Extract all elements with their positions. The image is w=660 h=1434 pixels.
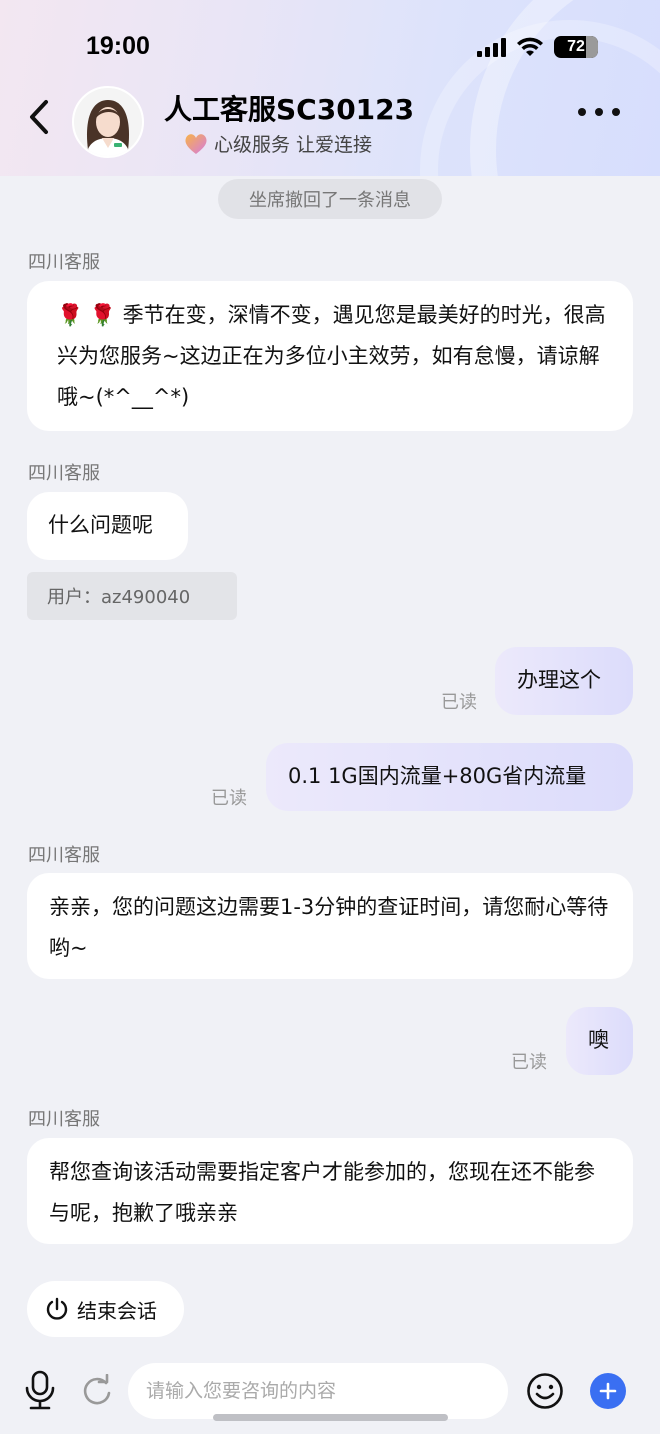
more-dots-icon[interactable] [578,108,620,116]
outgoing-message: 办理这个 [495,647,633,715]
slogan-text: 心级服务 让爱连接 [214,134,373,156]
sender-name: 四川客服 [28,463,100,484]
sender-name: 四川客服 [28,252,100,273]
end-session-label: 结束会话 [77,1298,157,1323]
message-text: 办理这个 [517,668,601,692]
home-indicator [213,1414,448,1421]
recall-notice: 坐席撤回了一条消息 [218,179,442,219]
chevron-left-icon[interactable] [24,96,54,138]
read-status: 已读 [211,788,247,809]
agent-slogan: 心级服务 让爱连接 [184,130,372,157]
cellular-signal-icon [477,37,506,57]
plus-icon[interactable] [590,1373,626,1409]
chat-header: 19:00 72 人工客服SC30123 心级服务 让爱连接 [0,0,660,176]
status-icons: 72 [477,36,598,58]
outgoing-message: 噢 [566,1007,633,1075]
incoming-message: 帮您查询该活动需要指定客户才能参加的，您现在还不能参与呢，抱歉了哦亲亲 [27,1138,633,1244]
status-time: 19:00 [86,32,150,60]
sender-name: 四川客服 [28,1109,100,1130]
outgoing-message: 0.1 1G国内流量+80G省内流量 [266,743,633,811]
message-text: 什么问题呢 [48,513,153,537]
message-text: 亲亲，您的问题这边需要1-3分钟的查证时间，请您耐心等待哟~ [49,895,609,960]
incoming-message: 亲亲，您的问题这边需要1-3分钟的查证时间，请您耐心等待哟~ [27,873,633,979]
wifi-icon [517,37,543,56]
heart-icon [185,133,207,154]
refresh-icon[interactable] [80,1374,114,1408]
message-text: 帮您查询该活动需要指定客户才能参加的，您现在还不能参与呢，抱歉了哦亲亲 [49,1160,595,1225]
read-status: 已读 [511,1052,547,1073]
read-status: 已读 [441,692,477,713]
sender-name: 四川客服 [28,845,100,866]
incoming-message: 什么问题呢 [27,492,188,560]
battery-icon: 72 [554,36,598,58]
message-input[interactable] [128,1363,508,1419]
microphone-icon[interactable] [22,1370,58,1410]
message-text: 0.1 1G国内流量+80G省内流量 [288,764,587,788]
message-text: 噢 [588,1028,609,1052]
agent-name: 人工客服SC30123 [164,93,415,126]
emoji-icon[interactable] [526,1372,564,1410]
input-bar [0,1352,660,1434]
agent-avatar[interactable] [72,86,144,158]
end-session-button[interactable]: 结束会话 [27,1281,184,1337]
incoming-message: 🌹 🌹 季节在变，深情不变，遇见您是最美好的时光，很高兴为您服务~这边正在为多位… [27,281,633,431]
power-icon [46,1297,68,1320]
message-text: 🌹 🌹 季节在变，深情不变，遇见您是最美好的时光，很高兴为您服务~这边正在为多位… [57,303,606,409]
user-id-tag: 用户：az490040 [27,572,237,620]
